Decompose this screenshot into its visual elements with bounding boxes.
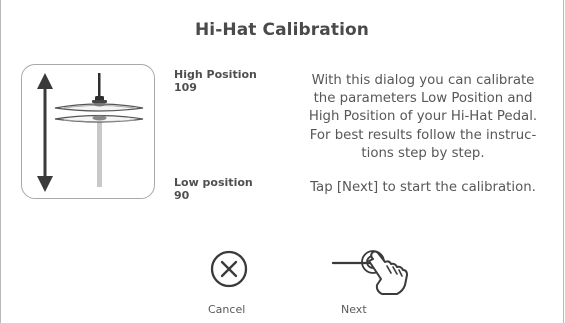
hihat-range-icon	[37, 73, 144, 192]
cancel-label: Cancel	[208, 303, 246, 316]
stand-rod	[97, 117, 102, 187]
description-line: High Position of your Hi-Hat Pedal.	[308, 109, 538, 125]
description-line: the parameters Low Position and	[313, 91, 533, 107]
high-position-value: 109	[174, 81, 197, 94]
hihat-illustration	[21, 64, 155, 199]
description-line: tions step by step.	[361, 145, 485, 161]
range-arrow-icon	[37, 73, 53, 192]
low-position-label: Low position	[174, 176, 253, 189]
low-position-value: 90	[174, 189, 190, 202]
dialog-title: Hi-Hat Calibration	[194, 20, 370, 40]
high-position-label: High Position	[174, 68, 257, 81]
top-cymbal	[54, 96, 144, 112]
start-instruction: Tap [Next] to start the calibration.	[310, 180, 536, 195]
description-line: With this dialog you can calibrate	[311, 73, 535, 88]
next-button[interactable]: Next	[329, 245, 413, 319]
description-line: For best results follow the instruc-	[309, 127, 537, 143]
bottom-cymbal	[54, 114, 144, 123]
next-label: Next	[341, 303, 367, 316]
cancel-button[interactable]: Cancel	[199, 247, 259, 319]
cancel-x-circle-icon	[210, 250, 248, 288]
calibration-dialog: Hi-Hat Calibration High Position 109 Low…	[0, 0, 564, 323]
dialog-description: With this dialog you can calibrate the p…	[285, 72, 561, 163]
tap-hand-icon	[331, 250, 408, 295]
